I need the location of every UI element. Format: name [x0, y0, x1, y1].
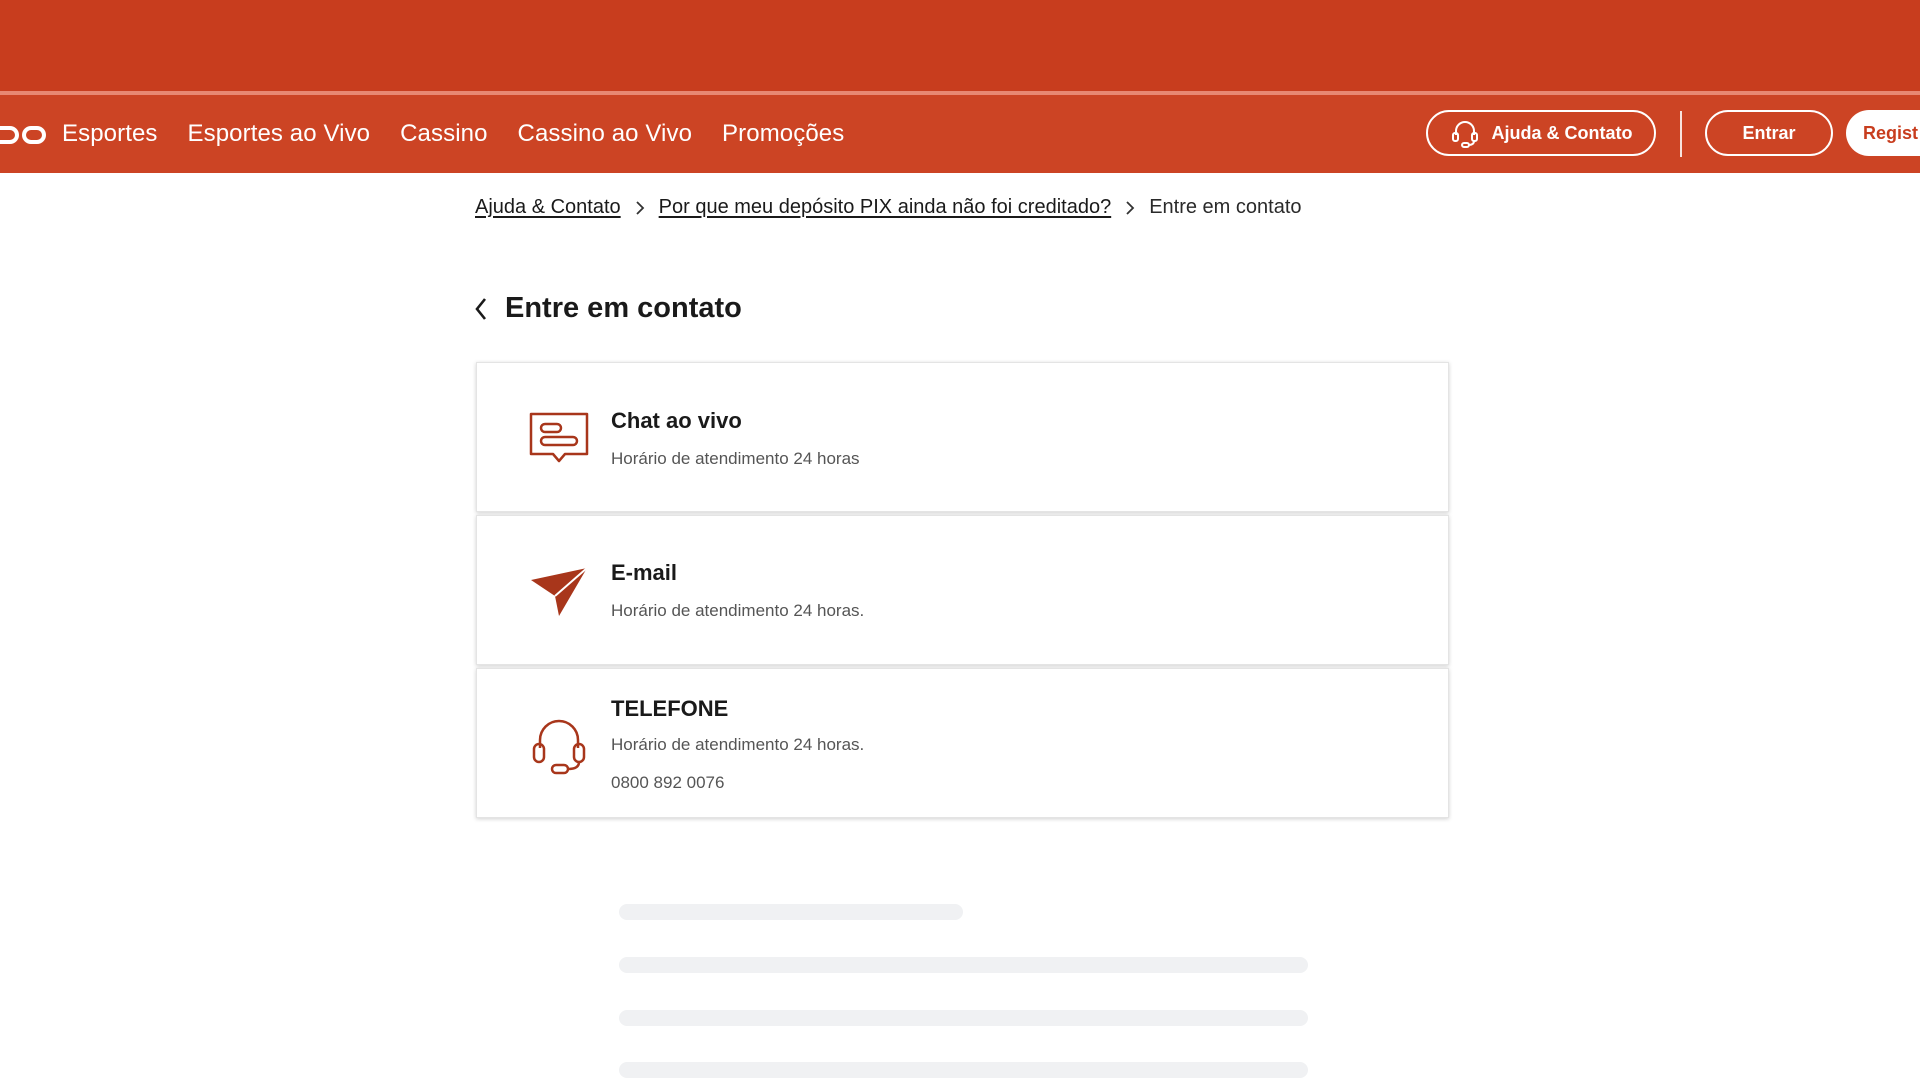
- register-button[interactable]: Regist: [1846, 110, 1920, 156]
- contact-hours: Horário de atendimento 24 horas.: [611, 735, 865, 754]
- contact-card-email[interactable]: E-mail Horário de atendimento 24 horas.: [476, 515, 1449, 665]
- paper-plane-icon: [527, 562, 591, 622]
- top-banner: [0, 0, 1920, 91]
- chevron-right-icon: [1125, 200, 1135, 216]
- header-divider: [1680, 111, 1682, 157]
- headset-icon: [1451, 121, 1478, 148]
- breadcrumb-pix-article[interactable]: Por que meu depósito PIX ainda não foi c…: [659, 196, 1112, 219]
- breadcrumb: Ajuda & Contato Por que meu depósito PIX…: [475, 196, 1302, 219]
- loading-skeleton-line: [619, 904, 963, 920]
- contact-card-phone[interactable]: TELEFONE Horário de atendimento 24 horas…: [476, 668, 1449, 818]
- chat-icon: [527, 409, 591, 469]
- contact-title: E-mail: [611, 560, 678, 585]
- nav-links: Esportes Esportes ao Vivo Cassino Cassin…: [62, 95, 874, 173]
- nav-cassino[interactable]: Cassino: [400, 120, 487, 148]
- contact-options: Chat ao vivo Horário de atendimento 24 h…: [476, 362, 1449, 821]
- breadcrumb-help-contact[interactable]: Ajuda & Contato: [475, 196, 621, 219]
- loading-skeleton-line: [619, 1062, 1308, 1078]
- contact-hours: Horário de atendimento 24 horas: [611, 449, 860, 468]
- chevron-right-icon: [635, 200, 645, 216]
- nav-promocoes[interactable]: Promoções: [722, 120, 844, 148]
- chevron-left-icon[interactable]: [473, 296, 489, 322]
- loading-skeleton-line: [619, 1010, 1308, 1026]
- login-button[interactable]: Entrar: [1705, 110, 1833, 156]
- headset-icon: [527, 715, 591, 775]
- nav-cassino-ao-vivo[interactable]: Cassino ao Vivo: [518, 120, 693, 148]
- main-nav-bar: Esportes Esportes ao Vivo Cassino Cassin…: [0, 95, 1920, 173]
- page-title: Entre em contato: [505, 292, 742, 324]
- contact-phone-number[interactable]: 0800 892 0076: [611, 773, 724, 793]
- loading-skeleton-line: [619, 957, 1308, 973]
- nav-esportes-ao-vivo[interactable]: Esportes ao Vivo: [188, 120, 371, 148]
- contact-title: TELEFONE: [611, 696, 729, 721]
- breadcrumb-current: Entre em contato: [1149, 196, 1302, 218]
- help-contact-label: Ajuda & Contato: [1491, 122, 1633, 143]
- contact-card-chat[interactable]: Chat ao vivo Horário de atendimento 24 h…: [476, 362, 1449, 512]
- nav-esportes[interactable]: Esportes: [62, 120, 158, 148]
- contact-hours: Horário de atendimento 24 horas.: [611, 601, 865, 620]
- page-header: Entre em contato: [473, 292, 742, 325]
- logo-fragment[interactable]: [0, 124, 48, 146]
- contact-title: Chat ao vivo: [611, 408, 742, 433]
- help-contact-button[interactable]: Ajuda & Contato: [1426, 110, 1656, 156]
